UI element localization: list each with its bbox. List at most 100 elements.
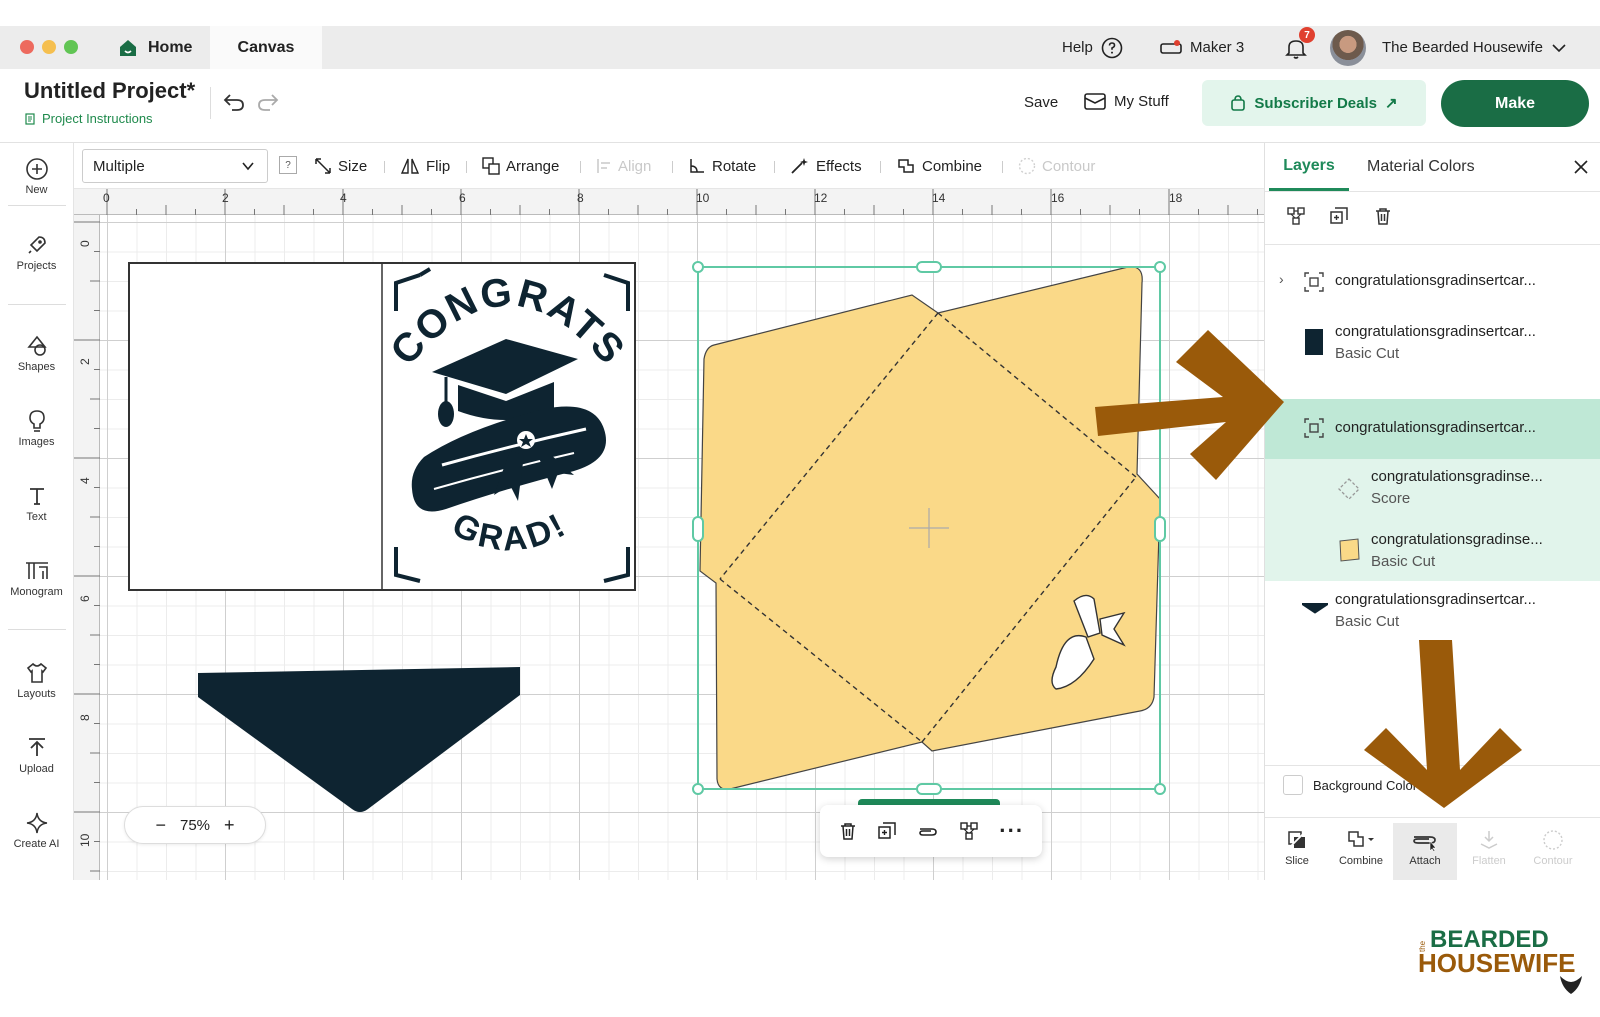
shirt-icon [26, 662, 47, 683]
contour-icon [1543, 830, 1563, 850]
maximize-window-dot[interactable] [64, 40, 78, 54]
sidebar-item-text[interactable]: Text [0, 484, 73, 523]
tab-material-colors[interactable]: Material Colors [1367, 143, 1475, 191]
zoom-in-button[interactable]: + [224, 815, 235, 836]
tab-home[interactable]: Home [100, 26, 210, 69]
size-label: Size [338, 157, 368, 175]
operation-select[interactable]: Multiple [82, 149, 268, 183]
close-window-dot[interactable] [20, 40, 34, 54]
make-button[interactable]: Make [1441, 80, 1589, 127]
operation-help-button[interactable]: ? [279, 156, 297, 174]
tab-canvas[interactable]: Canvas [210, 26, 322, 69]
sidebar-item-monogram[interactable]: Monogram [0, 559, 73, 598]
left-sidebar: New Projects Shapes Images Text Monogram… [0, 143, 74, 880]
arrange-icon [482, 157, 500, 175]
envelope-layer-swatch [1339, 538, 1360, 562]
resize-icon [315, 158, 331, 174]
attach-button[interactable]: Attach [1393, 823, 1457, 880]
redo-icon[interactable] [256, 91, 280, 113]
layer-actions-bar: Slice Combine Attach Flatten Contour [1265, 823, 1600, 880]
contour-bottom-button[interactable]: Contour [1521, 823, 1585, 880]
group-icon[interactable] [958, 820, 980, 842]
tab-canvas-label: Canvas [237, 38, 295, 56]
sidebar-item-projects[interactable]: Projects [0, 233, 73, 272]
insert-card[interactable]: CONGRATS GRAD! [128, 262, 636, 591]
logo-line-2: HOUSEWIFE [1418, 948, 1576, 978]
chevron-right-icon[interactable]: › [1279, 271, 1284, 287]
arrange-button[interactable]: Arrange [482, 143, 559, 189]
zoom-control: − 75% + [124, 806, 266, 844]
layer-operation: Basic Cut [1335, 613, 1400, 630]
effects-button[interactable]: Effects [790, 143, 862, 189]
attach-icon[interactable] [916, 821, 938, 841]
group-layer-icon [1304, 272, 1324, 292]
project-instructions-link[interactable]: Project Instructions [24, 111, 153, 126]
user-menu[interactable]: The Bearded Housewife [1330, 26, 1567, 69]
sidebar-item-create-ai[interactable]: Create AI [0, 811, 73, 850]
sidebar-item-label: Layouts [17, 688, 56, 700]
layer-row[interactable]: congratulationsgradinse... Basic Cut [1265, 521, 1600, 581]
project-title[interactable]: Untitled Project* [24, 78, 195, 104]
group-icon[interactable] [1285, 205, 1307, 227]
background-color-checkbox[interactable] [1283, 775, 1303, 795]
layer-row[interactable]: › congratulationsgradinsertcar... [1265, 253, 1600, 313]
toolbar-divider [672, 161, 673, 173]
close-panel-icon[interactable] [1573, 159, 1589, 175]
sidebar-item-shapes[interactable]: Shapes [0, 334, 73, 373]
flip-button[interactable]: Flip [400, 143, 450, 189]
trash-icon[interactable] [1373, 206, 1393, 226]
tab-layers[interactable]: Layers [1269, 143, 1349, 191]
navy-swatch [1305, 329, 1323, 355]
edit-toolbar: Multiple ? Size Flip Arrange Align Rotat… [74, 143, 1264, 189]
save-button[interactable]: Save [1024, 94, 1058, 111]
notifications-button[interactable]: 7 [1284, 26, 1315, 69]
sidebar-divider [8, 629, 66, 630]
rotate-icon [690, 159, 704, 173]
sidebar-item-upload[interactable]: Upload [0, 736, 73, 775]
align-button[interactable]: Align [596, 143, 651, 189]
my-stuff-button[interactable]: My Stuff [1084, 91, 1169, 111]
machine-icon [1160, 39, 1182, 54]
shapes-icon [26, 335, 47, 356]
undo-icon[interactable] [222, 91, 246, 113]
zoom-out-button[interactable]: − [155, 815, 166, 836]
help-button[interactable]: Help [1062, 26, 1123, 69]
background-color-toggle[interactable]: Background Color [1283, 775, 1417, 795]
avatar [1330, 29, 1366, 66]
subscriber-deals-button[interactable]: Subscriber Deals ↗ [1202, 80, 1426, 126]
layer-row-selected[interactable]: congratulationsgradinsertcar... [1265, 399, 1600, 459]
sidebar-item-new[interactable]: New [0, 157, 73, 196]
combine-label: Combine [922, 157, 983, 175]
duplicate-icon[interactable] [1329, 206, 1349, 226]
flatten-label: Flatten [1472, 855, 1506, 867]
save-label: Save [1024, 94, 1059, 111]
envelope-liner-shape[interactable] [198, 667, 520, 812]
rotate-button[interactable]: Rotate [688, 143, 756, 189]
size-button[interactable]: Size [314, 143, 367, 189]
duplicate-icon[interactable] [877, 821, 897, 841]
combine-label: Combine [1338, 855, 1384, 867]
flip-label: Flip [426, 157, 451, 175]
question-icon [1101, 37, 1123, 58]
minimize-window-dot[interactable] [42, 40, 56, 54]
combine-button[interactable]: Combine [896, 143, 982, 189]
design-canvas[interactable]: 0 2 4 6 8 10 12 14 16 18 0 2 4 6 8 10 CO… [74, 189, 1264, 880]
panel-divider [1265, 765, 1600, 766]
envelope-shape[interactable] [692, 261, 1166, 795]
layer-name: congratulationsgradinsertcar... [1335, 323, 1536, 340]
sidebar-divider [8, 304, 66, 305]
layer-row[interactable]: congratulationsgradinse... Score [1265, 459, 1600, 521]
contour-button[interactable]: Contour [1018, 143, 1095, 189]
combine-dropdown-button[interactable]: Combine [1329, 823, 1393, 880]
sidebar-item-images[interactable]: Images [0, 409, 73, 448]
layer-row[interactable]: congratulationsgradinsertcar... Basic Cu… [1265, 315, 1600, 375]
flatten-button[interactable]: Flatten [1457, 823, 1521, 880]
layer-row[interactable]: congratulationsgradinsertcar... Basic Cu… [1265, 581, 1600, 643]
machine-button[interactable]: Maker 3 [1160, 26, 1244, 69]
sidebar-item-layouts[interactable]: Layouts [0, 661, 73, 700]
sparkle-icon [26, 812, 47, 834]
more-options-icon[interactable]: ··· [999, 818, 1024, 844]
notification-badge: 7 [1299, 27, 1315, 43]
trash-icon[interactable] [838, 821, 858, 841]
slice-button[interactable]: Slice [1265, 823, 1329, 880]
